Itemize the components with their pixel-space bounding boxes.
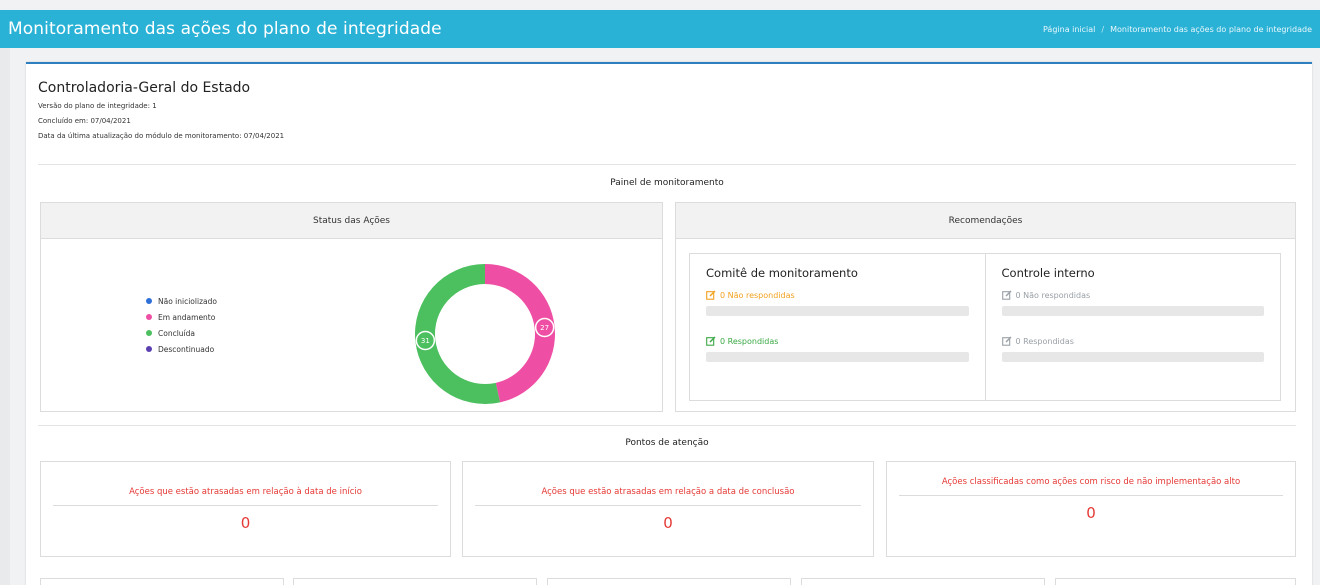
recomendacoes-box: Comitê de monitoramento 0 Não respondida… [689, 253, 1281, 401]
controle-title: Controle interno [1001, 266, 1095, 280]
divider [475, 505, 861, 506]
status-legend: Não iniciolizado Em andamento Concluída … [146, 293, 217, 357]
comite-respondidas[interactable]: 0 Respondidas [706, 336, 969, 346]
divider [899, 495, 1283, 496]
bottom-panel [293, 578, 537, 585]
attention-card-value: 0 [240, 514, 251, 532]
legend-dot [146, 330, 152, 336]
attention-card-text: Ações que estão atrasadas em relação a d… [541, 487, 795, 497]
attention-card[interactable]: Ações que estão atrasadas em relação a d… [462, 461, 874, 557]
attention-card-value: 0 [663, 514, 673, 532]
divider [38, 425, 1296, 426]
controle-respondidas-label: 0 Respondidas [1015, 336, 1074, 346]
org-info: Controladoria-Geral do Estado Versão do … [38, 80, 284, 140]
breadcrumb-home-link[interactable]: Página inicial [1043, 25, 1095, 34]
edit-icon [706, 336, 716, 346]
legend-dot [146, 314, 152, 320]
status-panel: Status das Ações [40, 202, 663, 412]
bottom-panel [547, 578, 791, 585]
legend-label: Não iniciolizado [158, 296, 217, 306]
controle-nao-respondidas[interactable]: 0 Não respondidas [1001, 290, 1265, 300]
legend-dot [146, 346, 152, 352]
controle-nao-respondidas-label: 0 Não respondidas [1015, 290, 1091, 300]
bottom-panel [40, 578, 284, 585]
legend-item[interactable]: Descontinuado [146, 341, 217, 357]
breadcrumb-separator: / [1101, 24, 1105, 34]
edit-icon [1001, 336, 1011, 346]
progress-bar [706, 352, 969, 362]
legend-label: Descontinuado [158, 344, 215, 354]
edit-icon [1001, 290, 1011, 300]
divider [53, 505, 438, 506]
breadcrumb-current: Monitoramento das ações do plano de inte… [1110, 24, 1312, 34]
comite-nao-respondidas[interactable]: 0 Não respondidas [706, 290, 969, 300]
plan-version: Versão do plano de integridade: 1 [38, 102, 157, 110]
attention-card-text: Ações classificadas como ações com risco… [941, 477, 1241, 487]
concluded-date: Concluído em: 07/04/2021 [38, 117, 131, 125]
legend-dot [146, 298, 152, 304]
attention-card-text: Ações que estão atrasadas em relação à d… [129, 487, 362, 497]
progress-bar [1001, 352, 1264, 362]
attention-card[interactable]: Ações classificadas como ações com risco… [886, 461, 1296, 557]
legend-item[interactable]: Em andamento [146, 309, 217, 325]
progress-bar [706, 306, 969, 316]
painel-title: Painel de monitoramento [610, 178, 724, 188]
controle-respondidas[interactable]: 0 Respondidas [1001, 336, 1265, 346]
edit-icon [706, 290, 716, 300]
donut-data-label: 31 [421, 337, 430, 345]
sidebar-edge [0, 48, 10, 585]
attention-card[interactable]: Ações que estão atrasadas em relação à d… [40, 461, 451, 557]
attention-card-value: 0 [1086, 504, 1096, 522]
comite-title: Comitê de monitoramento [706, 266, 858, 280]
progress-bar [1001, 306, 1264, 316]
page-title: Monitoramento das ações do plano de inte… [8, 19, 442, 39]
bottom-panel [1055, 578, 1296, 585]
comite-nao-respondidas-label: 0 Não respondidas [720, 290, 795, 300]
status-panel-title: Status das Ações [41, 203, 662, 239]
page-header: Monitoramento das ações do plano de inte… [0, 10, 1320, 48]
divider [38, 164, 1296, 165]
legend-item[interactable]: Concluída [146, 325, 217, 341]
pontos-title: Pontos de atenção [625, 438, 709, 448]
donut-data-label: 27 [540, 324, 549, 332]
bottom-panel [801, 578, 1045, 585]
legend-item[interactable]: Não iniciolizado [146, 293, 217, 309]
comite-column: Comitê de monitoramento 0 Não respondida… [690, 254, 985, 400]
status-donut-chart[interactable]: 27 31 [405, 254, 565, 414]
controle-column: Controle interno 0 Não respondidas 0 Res… [984, 254, 1281, 400]
legend-label: Concluída [158, 328, 195, 338]
breadcrumb: Página inicial / Monitoramento das ações… [1043, 25, 1312, 34]
last-update-date: Data da última atualização do módulo de … [38, 132, 285, 140]
legend-label: Em andamento [158, 312, 216, 322]
comite-respondidas-label: 0 Respondidas [720, 336, 779, 346]
recomendacoes-panel-title: Recomendações [676, 203, 1295, 239]
org-name: Controladoria-Geral do Estado [38, 80, 251, 96]
